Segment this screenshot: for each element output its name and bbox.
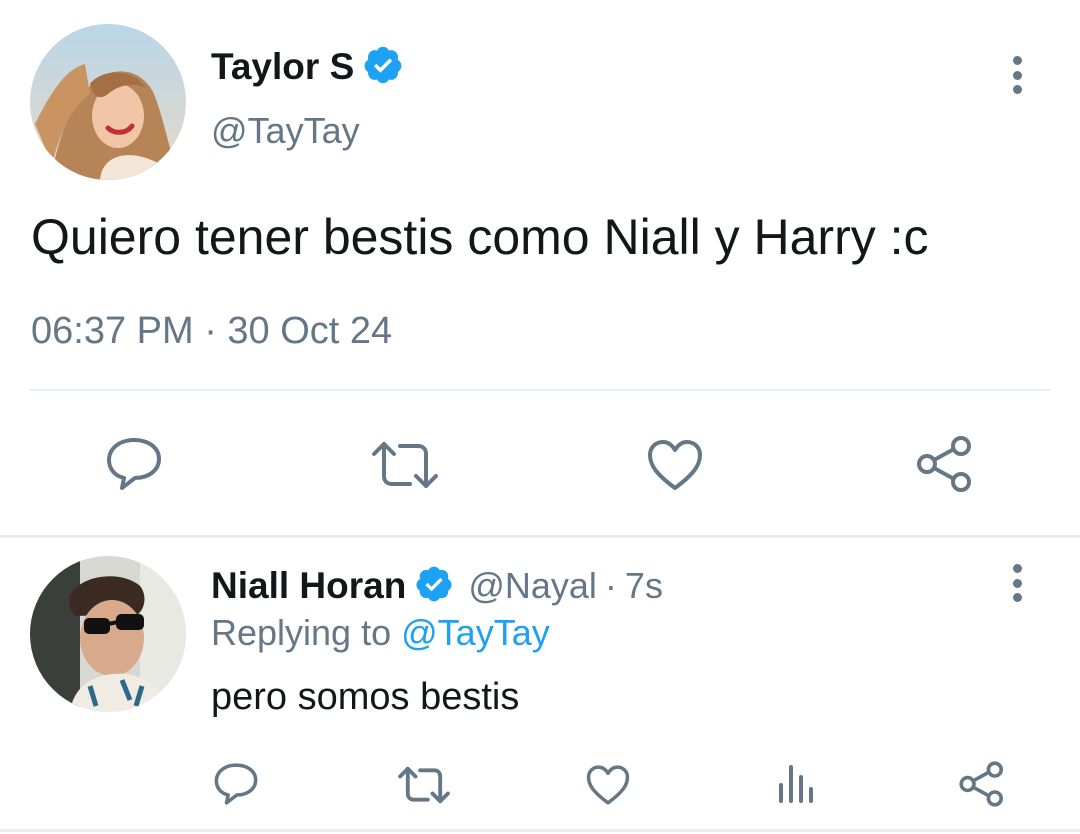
divider [30,389,1050,391]
like-icon[interactable] [585,764,631,806]
divider [0,829,1080,832]
retweet-icon[interactable] [397,765,451,805]
divider [0,535,1080,538]
like-icon[interactable] [646,438,704,492]
replying-to-line: Replying to @TayTay [211,612,550,654]
analytics-icon[interactable] [776,763,816,805]
author-name[interactable]: Niall Horan [211,565,406,607]
more-options-icon[interactable] [1012,564,1022,602]
tweet-text: Quiero tener bestis como Niall y Harry :… [31,209,929,265]
meta-separator: · [604,565,617,606]
more-options-icon[interactable] [1012,56,1022,94]
replying-prefix: Replying to [211,612,392,653]
tweet-text: pero somos bestis [211,676,520,718]
replying-to-link[interactable]: @TayTay [401,612,550,653]
reply-icon[interactable] [105,436,163,492]
avatar-photo [30,556,186,712]
author-handle[interactable]: @TayTay [211,110,360,152]
tweet-timestamp[interactable]: 06:37 PM · 30 Oct 24 [31,310,392,353]
share-icon[interactable] [958,760,1006,808]
author-handle[interactable]: @Nayal [468,565,597,607]
verified-badge-icon [362,44,404,91]
share-icon[interactable] [915,434,975,494]
time-ago[interactable]: 7s [625,565,663,607]
retweet-icon[interactable] [370,440,440,490]
author-name[interactable]: Taylor S [211,46,354,88]
verified-badge-icon [414,564,454,609]
avatar-photo [30,24,186,180]
avatar[interactable] [30,556,186,712]
reply-icon[interactable] [213,762,259,806]
avatar[interactable] [30,24,186,180]
